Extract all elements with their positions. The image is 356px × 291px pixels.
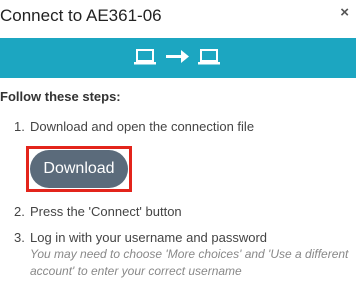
- connection-banner: [0, 38, 356, 78]
- step-text: Press the 'Connect' button: [30, 204, 182, 219]
- steps-heading: Follow these steps:: [0, 89, 121, 104]
- step-login: 3. Log in with your username and password: [14, 230, 267, 245]
- dialog-title: Connect to AE361-06: [0, 6, 162, 25]
- laptop-icon: [198, 49, 220, 65]
- step-connect: 2. Press the 'Connect' button: [14, 204, 182, 219]
- step-number: 2.: [14, 204, 25, 219]
- step-download: 1. Download and open the connection file: [14, 119, 254, 134]
- step-number: 1.: [14, 119, 25, 134]
- arrow-right-icon: [166, 50, 189, 63]
- connection-illustration: [134, 49, 220, 65]
- laptop-icon: [134, 49, 156, 65]
- download-button[interactable]: Download: [30, 150, 128, 188]
- step-text: Download and open the connection file: [30, 119, 255, 134]
- close-icon[interactable]: ×: [340, 4, 349, 22]
- step-number: 3.: [14, 230, 25, 245]
- login-hint: You may need to choose 'More choices' an…: [30, 246, 356, 280]
- hint-line: You may need to choose 'More choices' an…: [30, 247, 349, 261]
- connect-dialog: Connect to AE361-06 × Follow these steps…: [0, 0, 356, 291]
- hint-line: account' to enter your correct username: [30, 264, 242, 278]
- step-text: Log in with your username and password: [30, 230, 268, 245]
